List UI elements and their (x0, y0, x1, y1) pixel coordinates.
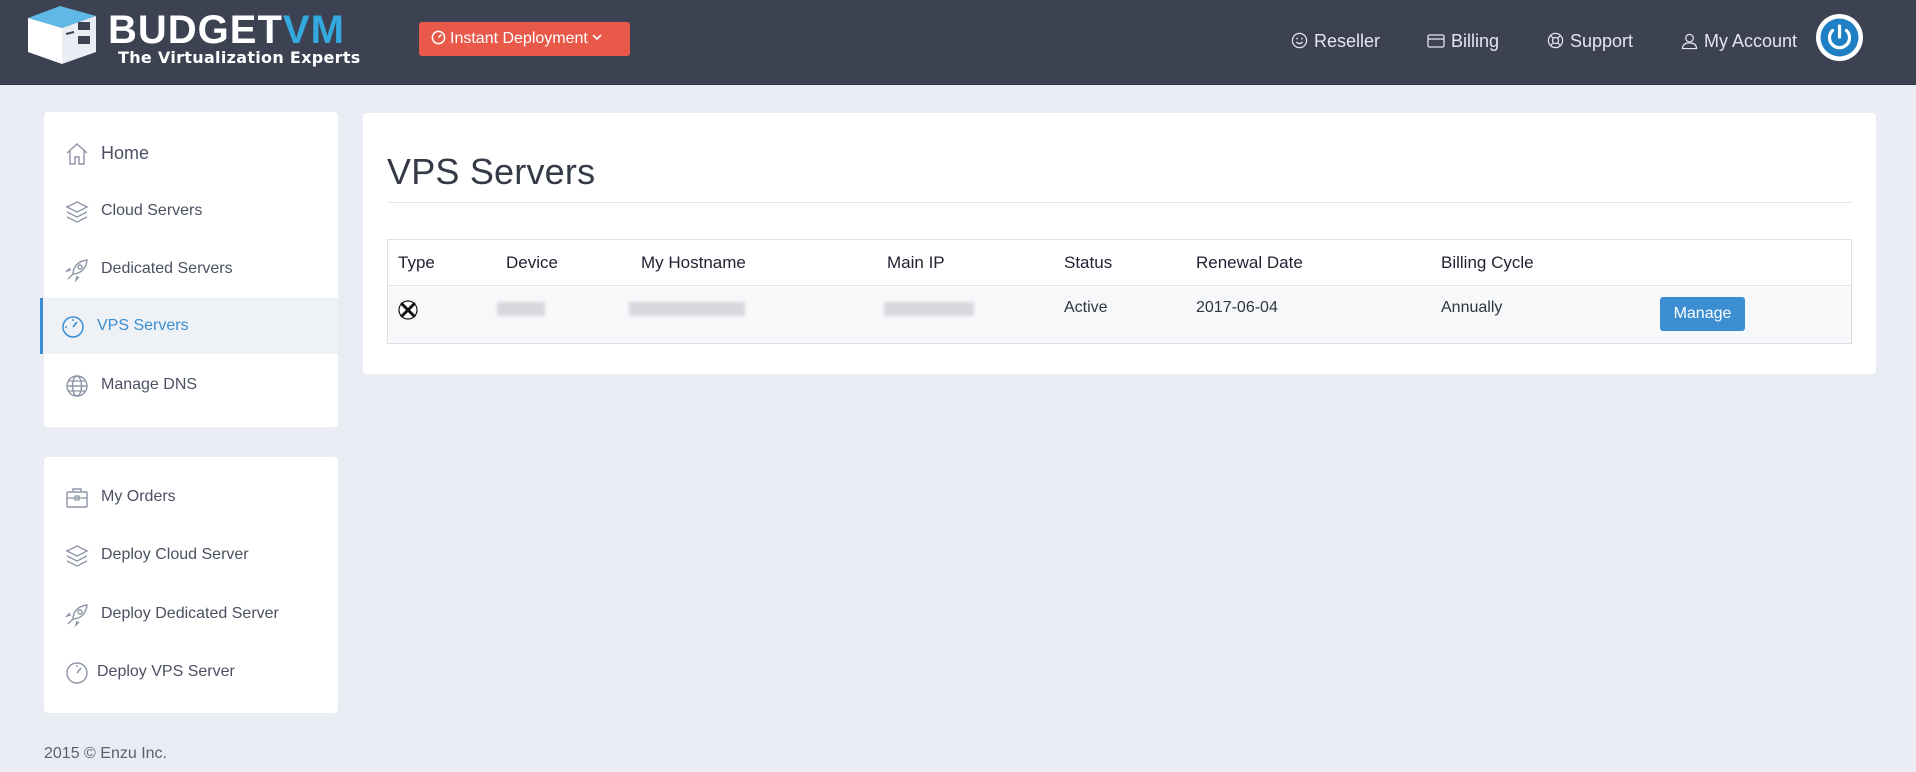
sidebar-item-dedicated-servers-label: Dedicated Servers (101, 260, 233, 277)
power-icon (1820, 18, 1859, 57)
sidebar-item-vps-servers-label: VPS Servers (97, 317, 189, 334)
sidebar-item-deploy-vps-server-label: Deploy VPS Server (97, 663, 235, 680)
nav-reseller[interactable]: Reseller (1291, 24, 1380, 58)
gauge-icon (66, 662, 88, 684)
main-content-panel: VPS Servers Type Device My Hostname Main… (363, 113, 1876, 374)
column-header-hostname: My Hostname (641, 253, 746, 272)
rocket-icon (65, 259, 88, 282)
sidebar-item-deploy-dedicated-server[interactable]: Deploy Dedicated Server (44, 586, 338, 642)
gauge-icon (431, 30, 446, 45)
logo-wordmark: BUDGETVM (108, 8, 345, 52)
globe-icon (66, 375, 88, 397)
instant-deployment-label: Instant Deployment (450, 30, 588, 47)
table-header: Type Device My Hostname Main IP Status R… (388, 240, 1851, 286)
sidebar-secondary-panel: My Orders Deploy Cloud Server Deploy Ded… (44, 457, 338, 713)
column-header-billing-cycle: Billing Cycle (1441, 253, 1534, 272)
layers-icon (65, 201, 89, 223)
device-redacted (497, 302, 545, 316)
sidebar-item-manage-dns[interactable]: Manage DNS (44, 357, 338, 413)
vps-servers-table: Type Device My Hostname Main IP Status R… (387, 239, 1852, 344)
sidebar-item-home[interactable]: Home (44, 125, 338, 181)
sidebar-primary-panel: Home Cloud Servers Dedicated Servers VPS… (40, 112, 338, 427)
status-text: Active (1064, 299, 1108, 316)
layers-icon (65, 545, 89, 567)
hostname-redacted (629, 302, 745, 316)
smile-icon (1291, 33, 1308, 49)
title-divider (387, 202, 1852, 203)
sidebar-item-my-orders-label: My Orders (101, 488, 176, 505)
home-icon (66, 143, 88, 165)
rocket-icon (65, 604, 88, 627)
xen-icon (398, 300, 418, 320)
column-header-device: Device (506, 253, 558, 272)
sidebar-item-cloud-servers[interactable]: Cloud Servers (44, 183, 338, 239)
top-navbar: BUDGETVM The Virtualization Experts Inst… (0, 0, 1916, 85)
server-box-logo-icon (28, 6, 96, 64)
instant-deployment-button[interactable]: Instant Deployment (419, 22, 630, 56)
main-ip-redacted (884, 302, 974, 316)
sidebar-item-cloud-servers-label: Cloud Servers (101, 202, 203, 219)
budgetvm-logo[interactable]: BUDGETVM The Virtualization Experts (22, 4, 402, 67)
column-header-main-ip: Main IP (887, 253, 945, 272)
sidebar-item-my-orders[interactable]: My Orders (44, 469, 338, 525)
sidebar-item-deploy-dedicated-server-label: Deploy Dedicated Server (101, 605, 279, 622)
renewal-date-text: 2017-06-04 (1196, 299, 1278, 316)
sidebar-item-dedicated-servers[interactable]: Dedicated Servers (44, 241, 338, 297)
sidebar-item-vps-servers[interactable]: VPS Servers (40, 298, 338, 354)
sidebar-item-manage-dns-label: Manage DNS (101, 376, 198, 393)
nav-billing-label: Billing (1451, 31, 1500, 51)
manage-button[interactable]: Manage (1660, 297, 1745, 331)
nav-support-label: Support (1570, 31, 1634, 51)
column-header-type: Type (398, 253, 435, 272)
nav-reseller-label: Reseller (1314, 31, 1381, 51)
sidebar-item-deploy-cloud-server-label: Deploy Cloud Server (101, 546, 249, 563)
sidebar-item-deploy-cloud-server[interactable]: Deploy Cloud Server (44, 527, 338, 583)
nav-my-account-label: My Account (1704, 31, 1798, 51)
power-button[interactable] (1816, 14, 1863, 61)
briefcase-icon (66, 488, 88, 508)
logo-word-budget: BUDGET (108, 8, 283, 52)
gauge-icon (62, 316, 84, 338)
table-row[interactable]: Active 2017-06-04 Annually Manage (388, 287, 1851, 343)
nav-support[interactable]: Support (1547, 24, 1633, 58)
logo-word-vm: VM (282, 8, 345, 52)
column-header-status: Status (1064, 253, 1113, 272)
nav-billing[interactable]: Billing (1427, 24, 1499, 58)
logo-tagline: The Virtualization Experts (118, 48, 361, 67)
chevron-down-icon (592, 34, 602, 41)
lifebuoy-icon (1547, 33, 1564, 49)
sidebar-item-deploy-vps-server[interactable]: Deploy VPS Server (44, 644, 338, 700)
page-title: VPS Servers (387, 151, 596, 192)
billing-cycle-text: Annually (1441, 299, 1503, 316)
sidebar-item-home-label: Home (101, 143, 150, 163)
nav-my-account[interactable]: My Account (1681, 24, 1797, 58)
credit-card-icon (1427, 34, 1445, 48)
user-icon (1681, 33, 1698, 49)
column-header-renewal-date: Renewal Date (1196, 253, 1303, 272)
footer-copyright: 2015 © Enzu Inc. (44, 745, 167, 762)
